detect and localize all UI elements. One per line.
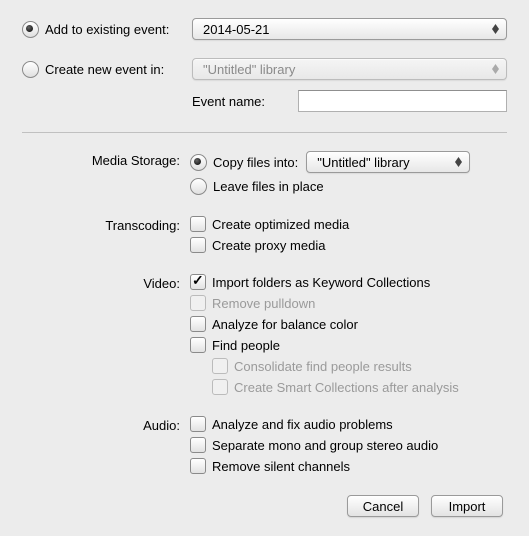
add-to-existing-label: Add to existing event: [45, 22, 169, 37]
analyze-fix-audio-label: Analyze and fix audio problems [212, 417, 393, 432]
separate-mono-checkbox[interactable] [190, 437, 206, 453]
find-people-label: Find people [212, 338, 280, 353]
import-button-label: Import [449, 499, 486, 514]
import-button[interactable]: Import [431, 495, 503, 517]
create-new-event-label: Create new event in: [45, 62, 164, 77]
event-name-label: Event name: [192, 94, 298, 109]
smart-collections-label: Create Smart Collections after analysis [234, 380, 459, 395]
media-storage-group: Media Storage: Copy files into: "Untitle… [22, 151, 507, 200]
section-divider [22, 132, 507, 133]
existing-event-popup[interactable]: 2014-05-21 [192, 18, 507, 40]
updown-arrows-icon [488, 64, 502, 74]
analyze-fix-audio-checkbox[interactable] [190, 416, 206, 432]
import-dialog: Add to existing event: 2014-05-21 Create… [0, 0, 529, 535]
analyze-balance-checkbox[interactable] [190, 316, 206, 332]
add-to-existing-radio[interactable] [22, 21, 39, 38]
dialog-footer: Cancel Import [22, 495, 507, 517]
copy-destination-popup[interactable]: "Untitled" library [306, 151, 470, 173]
copy-files-label: Copy files into: [213, 155, 298, 170]
remove-silent-label: Remove silent channels [212, 459, 350, 474]
transcoding-label: Transcoding: [22, 216, 190, 233]
leave-files-label: Leave files in place [213, 179, 324, 194]
remove-pulldown-label: Remove pulldown [212, 296, 315, 311]
event-name-field[interactable] [298, 90, 507, 112]
create-new-event-radio[interactable] [22, 61, 39, 78]
event-name-row: Event name: [22, 90, 507, 112]
audio-group: Audio: Analyze and fix audio problems Se… [22, 416, 507, 479]
new-event-library-value: "Untitled" library [203, 62, 295, 77]
leave-files-radio[interactable] [190, 178, 207, 195]
audio-label: Audio: [22, 416, 190, 433]
cancel-button[interactable]: Cancel [347, 495, 419, 517]
remove-pulldown-checkbox [190, 295, 206, 311]
media-storage-label: Media Storage: [22, 151, 190, 168]
analyze-balance-label: Analyze for balance color [212, 317, 358, 332]
create-optimized-checkbox[interactable] [190, 216, 206, 232]
video-label: Video: [22, 274, 190, 291]
updown-arrows-icon [451, 157, 465, 167]
updown-arrows-icon [488, 24, 502, 34]
consolidate-checkbox [212, 358, 228, 374]
new-event-library-popup[interactable]: "Untitled" library [192, 58, 507, 80]
consolidate-label: Consolidate find people results [234, 359, 412, 374]
create-proxy-label: Create proxy media [212, 238, 325, 253]
cancel-button-label: Cancel [363, 499, 403, 514]
add-to-existing-row: Add to existing event: 2014-05-21 [22, 18, 507, 40]
find-people-checkbox[interactable] [190, 337, 206, 353]
transcoding-group: Transcoding: Create optimized media Crea… [22, 216, 507, 258]
import-folders-label: Import folders as Keyword Collections [212, 275, 430, 290]
separate-mono-label: Separate mono and group stereo audio [212, 438, 438, 453]
create-new-event-row: Create new event in: "Untitled" library [22, 58, 507, 80]
create-optimized-label: Create optimized media [212, 217, 349, 232]
video-group: Video: Import folders as Keyword Collect… [22, 274, 507, 400]
import-folders-checkbox[interactable] [190, 274, 206, 290]
copy-files-radio[interactable] [190, 154, 207, 171]
smart-collections-checkbox [212, 379, 228, 395]
copy-destination-value: "Untitled" library [317, 155, 409, 170]
existing-event-value: 2014-05-21 [203, 22, 270, 37]
remove-silent-checkbox[interactable] [190, 458, 206, 474]
create-proxy-checkbox[interactable] [190, 237, 206, 253]
